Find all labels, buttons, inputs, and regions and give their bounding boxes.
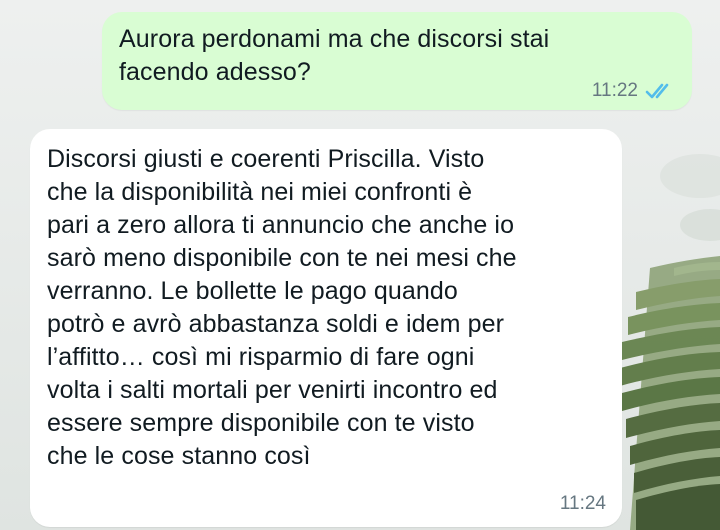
chat-screen: { "chat": { "messages": [ { "direction":…	[0, 0, 720, 530]
double-check-read-icon	[645, 81, 676, 101]
outgoing-message-text: Aurora perdonami ma che discorsi stai fa…	[119, 25, 550, 86]
incoming-message-bubble[interactable]: Discorsi giusti e coerenti Priscilla. Vi…	[30, 129, 622, 527]
incoming-message-meta: 11:24	[560, 493, 606, 515]
outgoing-message-meta: 11:22	[592, 80, 676, 102]
outgoing-message-time: 11:22	[591, 80, 638, 101]
incoming-message-text: Discorsi giusti e coerenti Priscilla. Vi…	[47, 145, 517, 470]
outgoing-message-bubble[interactable]: Aurora perdonami ma che discorsi stai fa…	[102, 12, 692, 110]
incoming-message-time: 11:24	[559, 493, 606, 514]
